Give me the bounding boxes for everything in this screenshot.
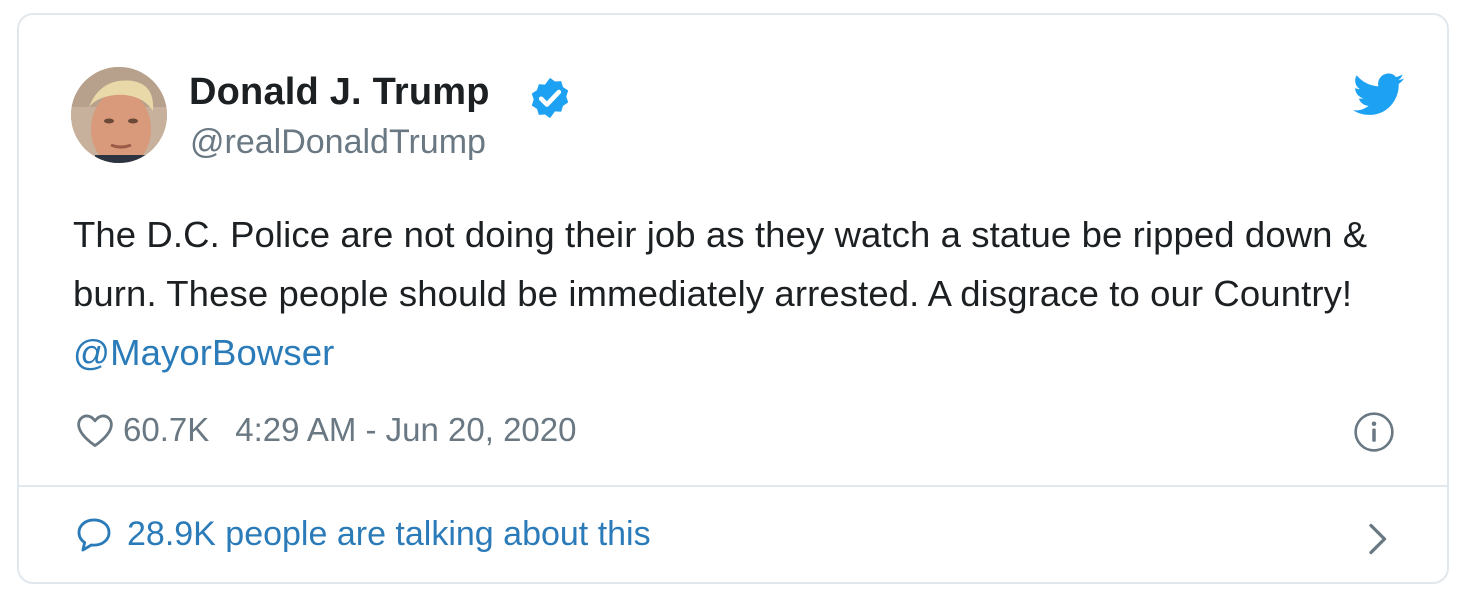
avatar[interactable] xyxy=(71,67,167,163)
verified-badge-icon xyxy=(531,77,569,119)
tweet-meta: 60.7K 4:29 AM - Jun 20, 2020 xyxy=(75,410,576,450)
mention-link[interactable]: @MayorBowser xyxy=(73,332,334,373)
avatar-image xyxy=(71,67,167,163)
conversation-link[interactable]: 28.9K people are talking about this xyxy=(19,487,1447,584)
info-icon[interactable] xyxy=(1353,411,1395,453)
twitter-bird-icon[interactable] xyxy=(1353,73,1405,117)
author-handle[interactable]: @realDonaldTrump xyxy=(190,123,486,162)
tweet-text: The D.C. Police are not doing their job … xyxy=(73,205,1413,382)
talking-about-text[interactable]: 28.9K people are talking about this xyxy=(127,515,651,554)
author-name[interactable]: Donald J. Trump xyxy=(189,71,490,114)
heart-icon[interactable] xyxy=(75,412,115,448)
tweet-card: Donald J. Trump @realDonaldTrump The D.C… xyxy=(17,13,1449,584)
tweet-body: The D.C. Police are not doing their job … xyxy=(73,214,1368,314)
speech-bubble-icon xyxy=(77,518,111,552)
chevron-right-icon[interactable] xyxy=(1364,521,1390,557)
like-count[interactable]: 60.7K xyxy=(123,411,209,449)
timestamp[interactable]: 4:29 AM - Jun 20, 2020 xyxy=(235,411,576,449)
